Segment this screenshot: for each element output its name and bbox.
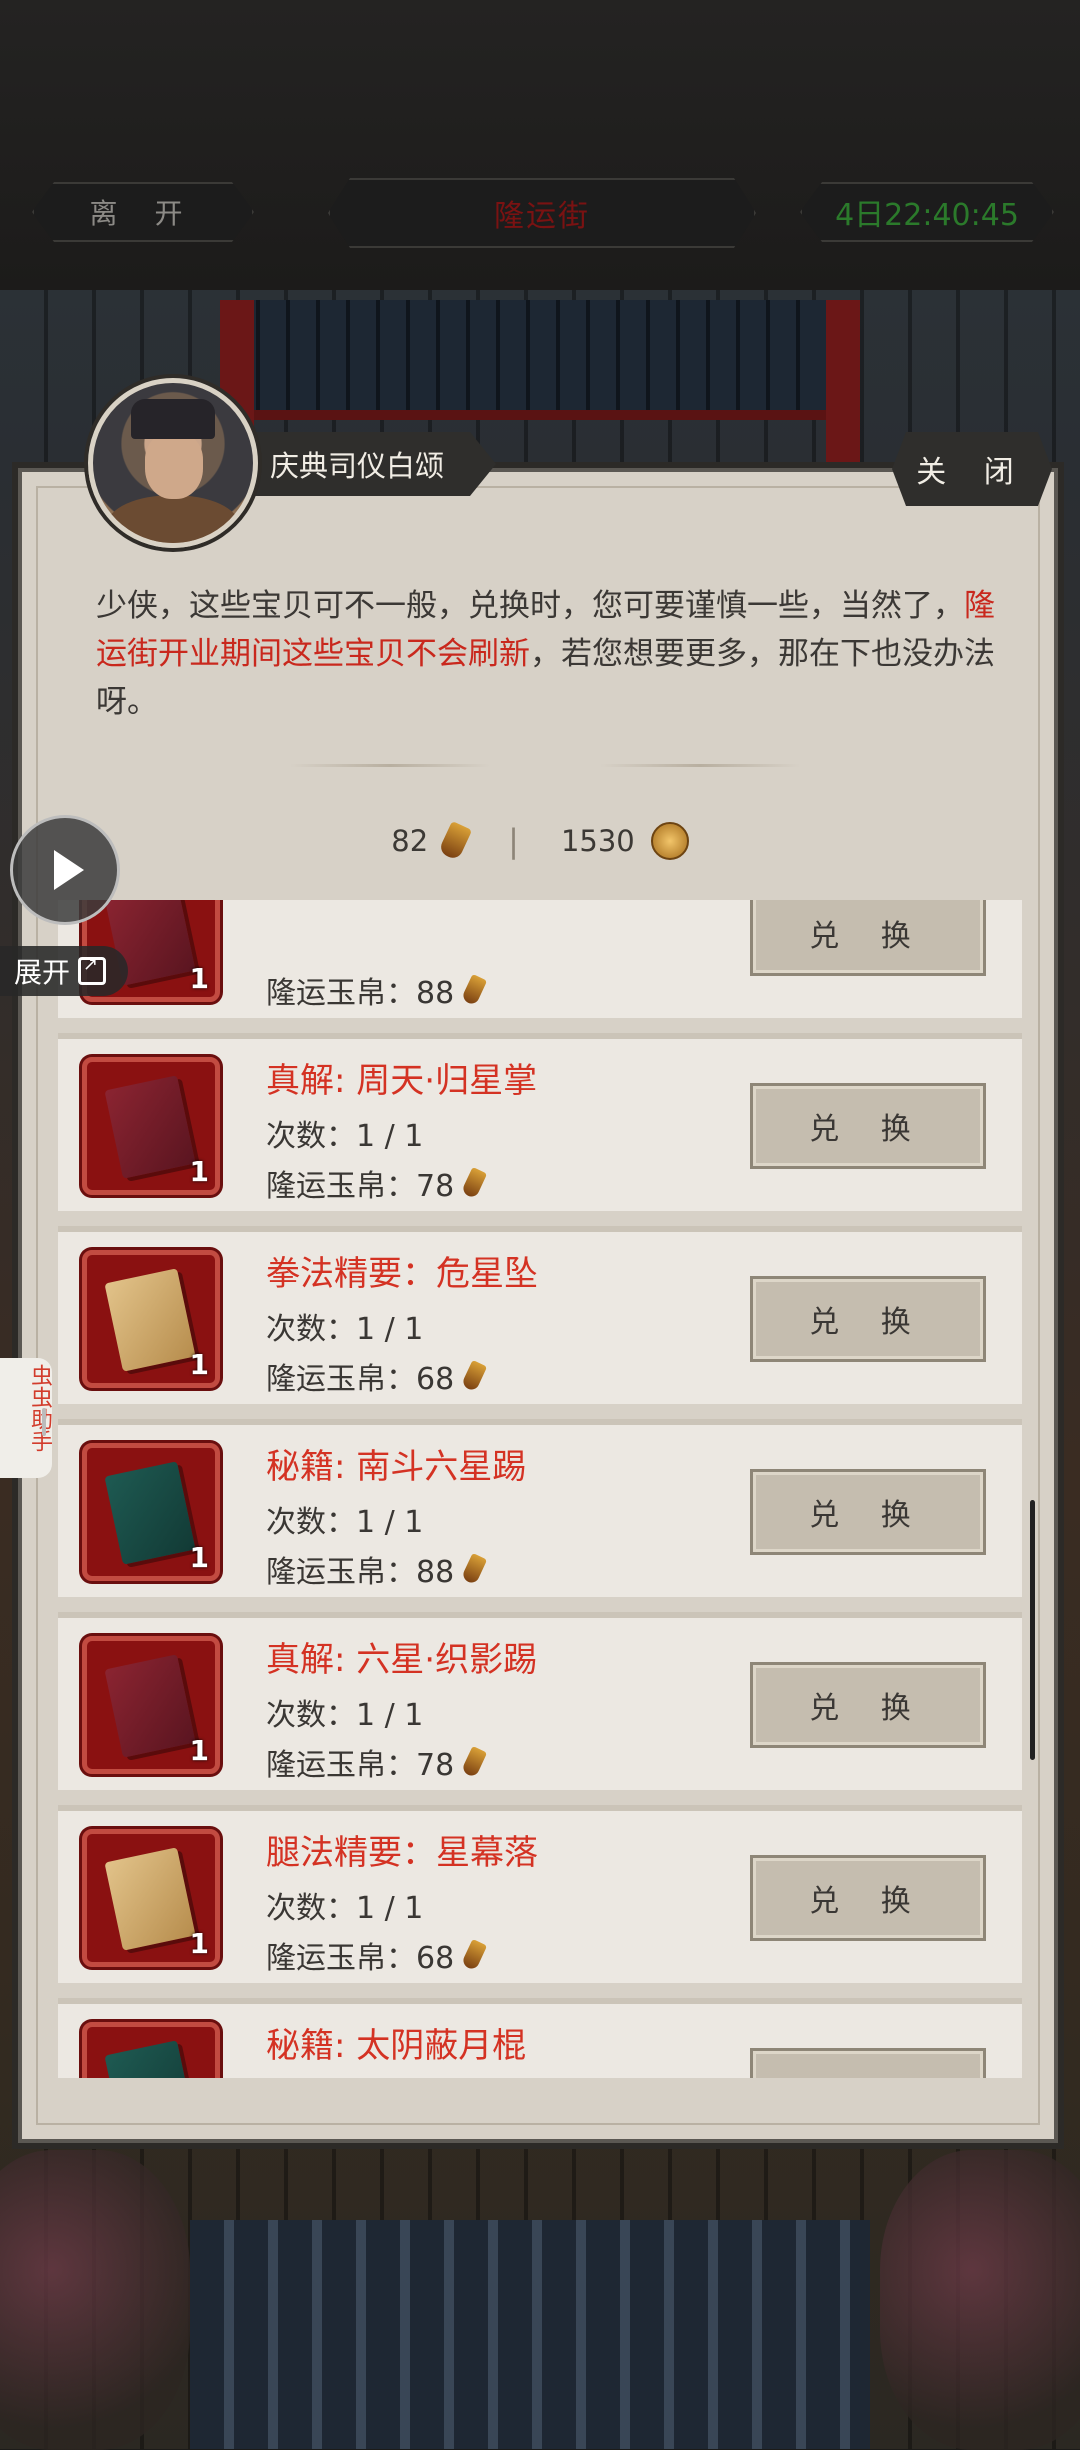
jade-silk-icon — [461, 1938, 488, 1972]
exchange-button[interactable]: 兑 换 — [750, 1083, 986, 1169]
helper-tab[interactable]: 虫虫助手 — [0, 1358, 52, 1478]
item-cost-text: 隆运玉帛：88 — [266, 976, 455, 1011]
item-count: 次数：1 / 1 — [266, 1505, 424, 1540]
list-item: 1秘籍: 太阴蔽月棍次数：1 / 1隆运玉帛：88兑 换 — [58, 1998, 1022, 2078]
street-title: 隆运街 — [328, 178, 756, 248]
game-clock: 4日22:40:45 — [800, 182, 1054, 242]
exchange-button[interactable]: 兑 换 — [750, 1662, 986, 1748]
list-item: 1 腿法精要：星幕落次数：1 / 1 隆运玉帛：68 兑 换 — [58, 1805, 1022, 1983]
expand-icon — [78, 954, 107, 985]
item-cost: 隆运玉帛：88 — [266, 1547, 488, 1591]
coin-icon — [650, 822, 689, 860]
jade-silk-icon — [461, 1552, 488, 1586]
item-count: 次数：1 / 1 — [266, 2076, 423, 2078]
item-count: 次数：1 / 1 — [266, 1891, 424, 1926]
item-icon[interactable]: 1 — [82, 1057, 220, 1195]
currency-separator: | — [508, 822, 519, 860]
close-button[interactable]: 关 闭 — [892, 432, 1052, 506]
item-cost-text: 隆运玉帛：78 — [266, 1169, 455, 1204]
ornament-divider — [290, 764, 490, 767]
exchange-button[interactable]: 兑 换 — [750, 2048, 986, 2078]
item-cost-text: 隆运玉帛：88 — [266, 1555, 455, 1590]
item-cost: 隆运玉帛：68 — [266, 1933, 488, 1977]
item-cost-text: 隆运玉帛：68 — [266, 1941, 455, 1976]
list-item: 1 真解: 周天·归星掌次数：1 / 1 隆运玉帛：78 兑 换 — [58, 1033, 1022, 1211]
list-item: 1 隆运玉帛：88 兑 换 — [58, 900, 1022, 1018]
background-flowers — [0, 2150, 190, 2450]
ornament-divider — [600, 764, 800, 767]
item-cost: 隆运玉帛：68 — [266, 1354, 488, 1398]
jade-silk-icon — [461, 1166, 488, 1200]
list-item: 1 真解: 六星·织影踢次数：1 / 1 隆运玉帛：78 兑 换 — [58, 1612, 1022, 1790]
item-icon[interactable]: 1 — [82, 1250, 220, 1388]
jade-silk-icon — [438, 820, 473, 862]
item-icon[interactable]: 1 — [82, 1636, 220, 1774]
item-quantity: 1 — [189, 1927, 209, 1960]
npc-avatar — [88, 378, 258, 548]
item-icon[interactable]: 1 — [82, 1443, 220, 1581]
background-flowers — [880, 2150, 1080, 2450]
coin-count: 1530 — [560, 824, 635, 858]
item-title: 秘籍: 太阴蔽月棍 — [266, 2026, 527, 2066]
jade-silk-icon — [461, 1745, 488, 1779]
expand-label: 展开 — [14, 956, 71, 989]
intro-text: 少侠，这些宝贝可不一般，兑换时，您可要谨慎一些，当然了， — [96, 588, 964, 624]
book-icon — [104, 1075, 196, 1179]
item-count: 次数：1 / 1 — [266, 1312, 424, 1347]
jade-silk-icon — [461, 973, 488, 1007]
book-icon — [104, 1654, 196, 1758]
list-item: 1 拳法精要：危星坠次数：1 / 1 隆运玉帛：68 兑 换 — [58, 1226, 1022, 1404]
item-cost-text: 隆运玉帛：68 — [266, 1362, 455, 1397]
item-icon[interactable]: 1 — [82, 1829, 220, 1967]
item-title: 秘籍: 南斗六星踢 — [266, 1447, 527, 1487]
item-title: 真解: 六星·织影踢 — [266, 1640, 538, 1680]
npc-dialog-text: 少侠，这些宝贝可不一般，兑换时，您可要谨慎一些，当然了，隆运街开业期间这些宝贝不… — [96, 582, 996, 726]
currency-bar: 82 | 1530 — [0, 820, 1080, 862]
background-stairs — [190, 2220, 870, 2449]
item-cost-text: 隆运玉帛：78 — [266, 1748, 455, 1783]
item-count: 次数：1 / 1 — [266, 1119, 424, 1154]
jade-silk-icon — [461, 1359, 488, 1393]
npc-name: 庆典司仪白颂 — [240, 432, 496, 496]
item-quantity: 1 — [189, 1734, 209, 1767]
exchange-button[interactable]: 兑 换 — [750, 1855, 986, 1941]
exchange-button[interactable]: 兑 换 — [750, 900, 986, 976]
book-icon — [104, 2040, 196, 2078]
jade-count: 82 — [391, 824, 429, 858]
leave-button[interactable]: 离 开 — [32, 182, 254, 242]
item-icon[interactable]: 1 — [82, 2022, 220, 2078]
exchange-button[interactable]: 兑 换 — [750, 1469, 986, 1555]
book-icon — [104, 1461, 196, 1565]
expand-button[interactable]: 展开 — [0, 946, 128, 996]
item-quantity: 1 — [189, 962, 209, 995]
item-cost: 隆运玉帛：78 — [266, 1740, 488, 1784]
list-item: 1 秘籍: 南斗六星踢次数：1 / 1 隆运玉帛：88 兑 换 — [58, 1419, 1022, 1597]
list-scrollbar[interactable] — [1030, 1500, 1035, 1760]
item-quantity: 1 — [189, 1155, 209, 1188]
background-roof — [230, 300, 850, 420]
item-cost: 隆运玉帛：88 — [266, 968, 488, 1012]
item-cost: 隆运玉帛：78 — [266, 1161, 488, 1205]
book-icon — [104, 1268, 196, 1372]
book-icon — [104, 1847, 196, 1951]
item-quantity: 1 — [189, 1541, 209, 1574]
play-icon[interactable] — [10, 815, 120, 925]
top-bar: 离 开 隆运街 4日22:40:45 — [0, 0, 1080, 290]
item-title: 真解: 周天·归星掌 — [266, 1061, 538, 1101]
reward-list[interactable]: 1 隆运玉帛：88 兑 换 1 真解: 周天·归星掌次数：1 / 1 隆运玉帛：78 兑 换… — [58, 900, 1022, 2078]
exchange-button[interactable]: 兑 换 — [750, 1276, 986, 1362]
item-count: 次数：1 / 1 — [266, 1698, 424, 1733]
item-title: 腿法精要：星幕落 — [266, 1833, 538, 1873]
item-title: 拳法精要：危星坠 — [266, 1254, 538, 1294]
item-quantity: 1 — [189, 1348, 209, 1381]
